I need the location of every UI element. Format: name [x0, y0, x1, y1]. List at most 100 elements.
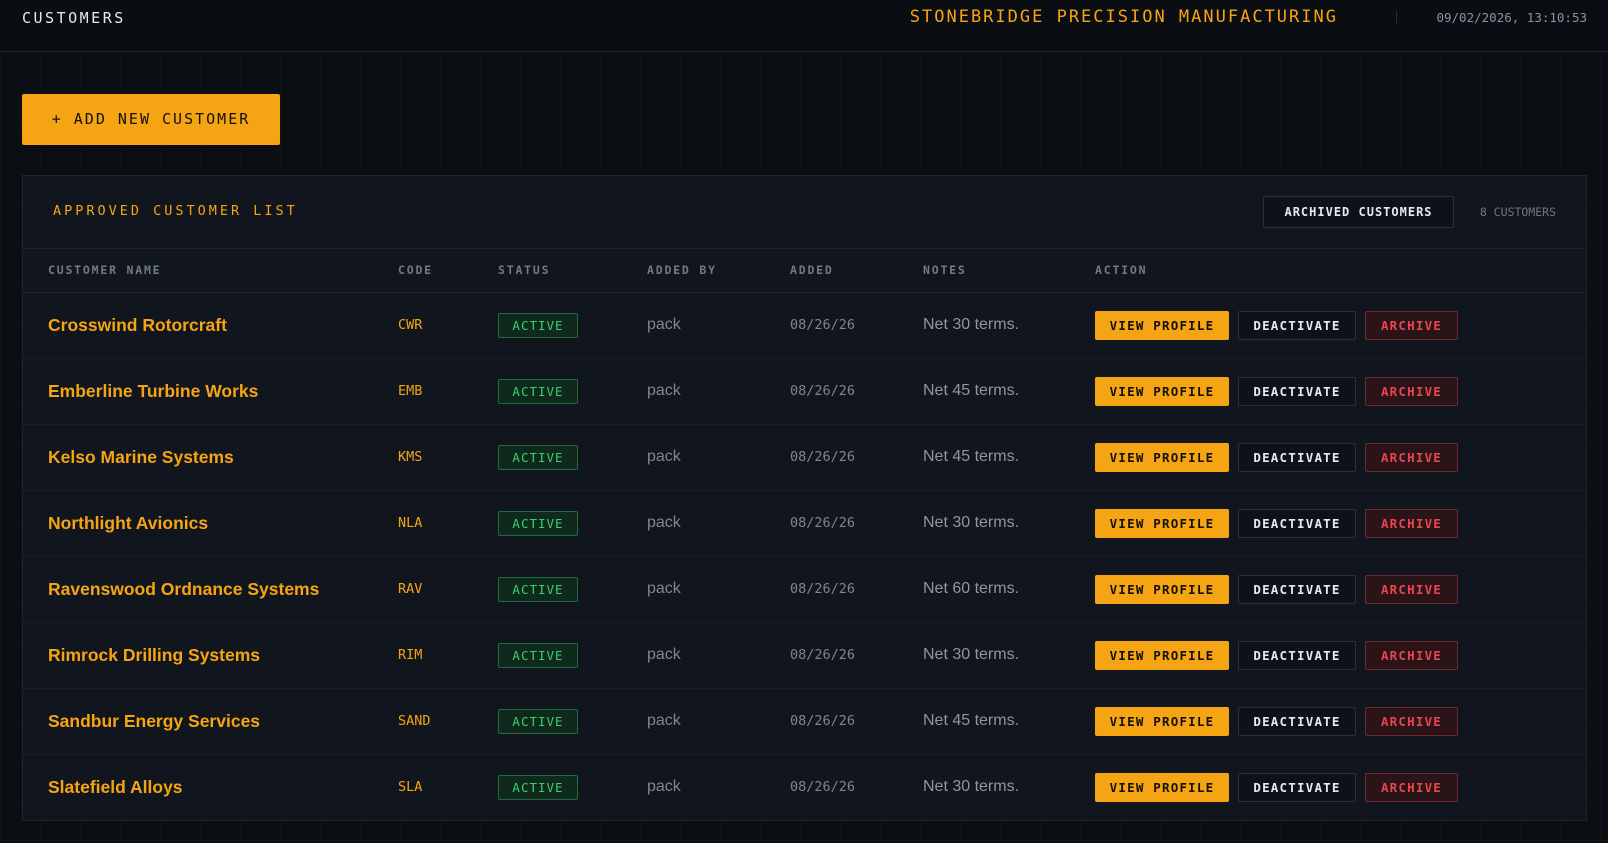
customer-code: CWR: [398, 317, 423, 333]
column-header-added-by[interactable]: ADDED BY: [647, 249, 790, 293]
deactivate-button[interactable]: DEACTIVATE: [1238, 508, 1356, 538]
table-header-row: CUSTOMER NAME CODE STATUS ADDED BY ADDED…: [23, 249, 1586, 293]
cell-actions: VIEW PROFILE DEACTIVATE ARCHIVE: [1095, 292, 1586, 359]
customer-name-link[interactable]: Rimrock Drilling Systems: [48, 645, 260, 665]
view-profile-button[interactable]: VIEW PROFILE: [1095, 508, 1229, 538]
cell-added: 08/26/26: [790, 424, 923, 491]
cell-added-by: pack: [647, 490, 790, 557]
deactivate-button[interactable]: DEACTIVATE: [1238, 310, 1356, 340]
archive-button[interactable]: ARCHIVE: [1365, 442, 1458, 472]
cell-actions: VIEW PROFILE DEACTIVATE ARCHIVE: [1095, 688, 1586, 755]
table-row: Emberline Turbine Works EMB ACTIVE pack 08/2…: [23, 358, 1586, 425]
column-header-code[interactable]: CODE: [398, 249, 498, 293]
customer-name-link[interactable]: Northlight Avionics: [48, 513, 208, 533]
added-by: pack: [647, 646, 681, 663]
archive-button[interactable]: ARCHIVE: [1365, 508, 1458, 538]
column-header-added[interactable]: ADDED: [790, 249, 923, 293]
cell-code: NLA: [398, 490, 498, 557]
customer-table: CUSTOMER NAME CODE STATUS ADDED BY ADDED…: [23, 249, 1586, 820]
customer-name-link[interactable]: Crosswind Rotorcraft: [48, 315, 227, 335]
cell-code: CWR: [398, 292, 498, 359]
cell-customer-name: Ravenswood Ordnance Systems: [23, 556, 398, 623]
archive-button[interactable]: ARCHIVE: [1365, 640, 1458, 670]
view-profile-button[interactable]: VIEW PROFILE: [1095, 310, 1229, 340]
column-header-status[interactable]: STATUS: [498, 249, 647, 293]
cell-customer-name: Emberline Turbine Works: [23, 358, 398, 425]
table-row: Slatefield Alloys SLA ACTIVE pack 08/26/26 Ne…: [23, 754, 1586, 820]
cell-notes: Net 45 terms.: [923, 424, 1095, 491]
cell-actions: VIEW PROFILE DEACTIVATE ARCHIVE: [1095, 556, 1586, 623]
added-date: 08/26/26: [790, 713, 856, 729]
added-date: 08/26/26: [790, 449, 856, 465]
added-date: 08/26/26: [790, 383, 856, 399]
cell-added-by: pack: [647, 424, 790, 491]
view-profile-button[interactable]: VIEW PROFILE: [1095, 706, 1229, 736]
cell-added-by: pack: [647, 292, 790, 359]
archive-button[interactable]: ARCHIVE: [1365, 706, 1458, 736]
add-new-customer-button[interactable]: + ADD NEW CUSTOMER: [22, 94, 280, 145]
archive-button[interactable]: ARCHIVE: [1365, 310, 1458, 340]
cell-notes: Net 45 terms.: [923, 688, 1095, 755]
customer-name-link[interactable]: Sandbur Energy Services: [48, 711, 260, 731]
status-badge: ACTIVE: [498, 708, 578, 734]
status-badge: ACTIVE: [498, 510, 578, 536]
customer-code: RIM: [398, 647, 423, 663]
table-body: Crosswind Rotorcraft CWR ACTIVE pack 08/26/2…: [23, 292, 1586, 820]
added-by: pack: [647, 778, 681, 796]
cell-added-by: pack: [647, 622, 790, 689]
customer-name-link[interactable]: Kelso Marine Systems: [48, 447, 234, 467]
table-row: Kelso Marine Systems KMS ACTIVE pack 08/26/2…: [23, 424, 1586, 491]
added-by: pack: [647, 712, 681, 729]
cell-added-by: pack: [647, 358, 790, 425]
view-profile-button[interactable]: VIEW PROFILE: [1095, 772, 1229, 802]
deactivate-button[interactable]: DEACTIVATE: [1238, 640, 1356, 670]
view-profile-button[interactable]: VIEW PROFILE: [1095, 442, 1229, 472]
table-row: Sandbur Energy Services SAND ACTIVE pack 08/…: [23, 688, 1586, 755]
cell-code: SLA: [398, 754, 498, 820]
deactivate-button[interactable]: DEACTIVATE: [1238, 772, 1356, 802]
cell-added-by: pack: [647, 556, 790, 623]
view-profile-button[interactable]: VIEW PROFILE: [1095, 640, 1229, 670]
notes-text: Net 60 terms.: [923, 580, 1020, 597]
column-header-customer-name[interactable]: CUSTOMER NAME: [23, 249, 398, 293]
archive-button[interactable]: ARCHIVE: [1365, 574, 1458, 604]
added-date: 08/26/26: [790, 779, 856, 796]
deactivate-button[interactable]: DEACTIVATE: [1238, 574, 1356, 604]
customer-name-link[interactable]: Emberline Turbine Works: [48, 381, 258, 401]
view-profile-button[interactable]: VIEW PROFILE: [1095, 376, 1229, 406]
view-profile-button[interactable]: VIEW PROFILE: [1095, 574, 1229, 604]
top-bar: CUSTOMERS STONEBRIDGE PRECISION MANUFACT…: [0, 0, 1608, 52]
customer-name-link[interactable]: Ravenswood Ordnance Systems: [48, 579, 319, 599]
cell-customer-name: Slatefield Alloys: [23, 754, 398, 820]
cell-added: 08/26/26: [790, 688, 923, 755]
customer-code: NLA: [398, 515, 423, 531]
customer-code: SLA: [398, 779, 423, 796]
cell-code: RAV: [398, 556, 498, 623]
customer-name-link[interactable]: Slatefield Alloys: [48, 777, 183, 797]
added-date: 08/26/26: [790, 581, 856, 597]
deactivate-button[interactable]: DEACTIVATE: [1238, 376, 1356, 406]
archived-customers-button[interactable]: ARCHIVED CUSTOMERS: [1263, 196, 1454, 228]
customer-code: RAV: [398, 581, 423, 597]
cell-added: 08/26/26: [790, 622, 923, 689]
table-row: Rimrock Drilling Systems RIM ACTIVE pack 08/…: [23, 622, 1586, 689]
cell-status: ACTIVE: [498, 292, 647, 359]
archive-button[interactable]: ARCHIVE: [1365, 376, 1458, 406]
cell-status: ACTIVE: [498, 688, 647, 755]
deactivate-button[interactable]: DEACTIVATE: [1238, 442, 1356, 472]
column-header-notes[interactable]: NOTES: [923, 249, 1095, 293]
cell-actions: VIEW PROFILE DEACTIVATE ARCHIVE: [1095, 358, 1586, 425]
notes-text: Net 30 terms.: [923, 514, 1020, 531]
customer-count: 8 CUSTOMERS: [1479, 205, 1556, 219]
cell-status: ACTIVE: [498, 424, 647, 491]
deactivate-button[interactable]: DEACTIVATE: [1238, 706, 1356, 736]
archive-button[interactable]: ARCHIVE: [1365, 772, 1458, 802]
cell-customer-name: Crosswind Rotorcraft: [23, 292, 398, 359]
notes-text: Net 45 terms.: [923, 448, 1020, 465]
cell-code: SAND: [398, 688, 498, 755]
added-by: pack: [647, 580, 681, 597]
customer-code: EMB: [398, 383, 423, 399]
status-badge: ACTIVE: [498, 312, 578, 338]
cell-actions: VIEW PROFILE DEACTIVATE ARCHIVE: [1095, 622, 1586, 689]
status-badge: ACTIVE: [498, 576, 578, 602]
